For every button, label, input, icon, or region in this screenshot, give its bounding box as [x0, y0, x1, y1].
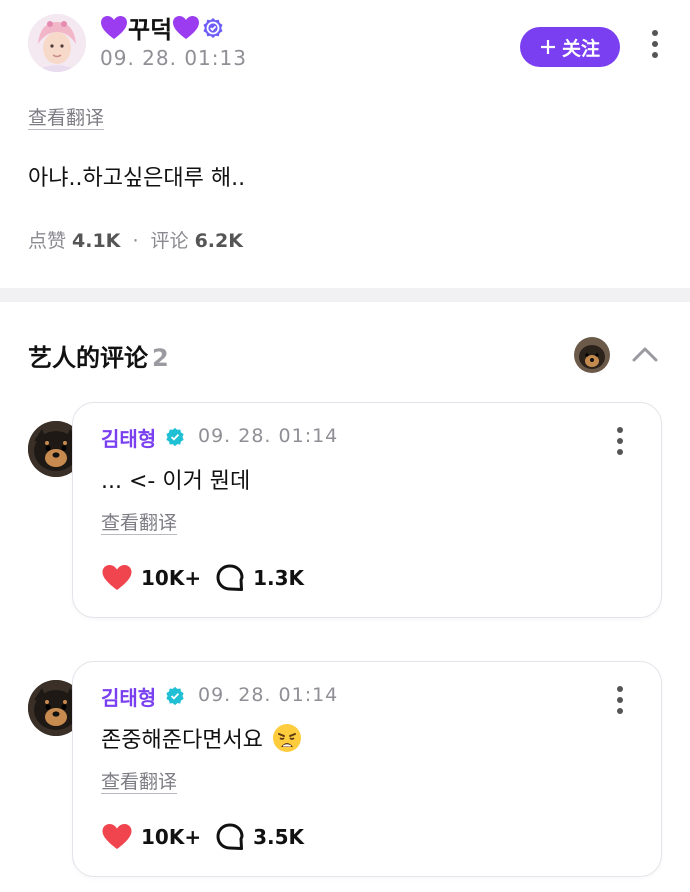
- translate-link[interactable]: 查看翻译: [101, 767, 177, 794]
- comment-likes: 10K+: [141, 825, 202, 849]
- comment-replies: 1.3K: [253, 566, 305, 590]
- section-title-text: 艺人的评论: [28, 344, 148, 372]
- translate-link[interactable]: 查看翻译: [101, 508, 177, 535]
- artist-avatar-thumb[interactable]: [574, 337, 610, 373]
- comment-timestamp: 09. 28. 01:14: [198, 684, 339, 706]
- more-vertical-icon[interactable]: [651, 30, 659, 63]
- verified-badge-icon: [166, 686, 184, 706]
- post-timestamp: 09. 28. 01:13: [100, 46, 247, 70]
- section-title: 艺人的评论 2: [28, 338, 169, 373]
- author-avatar[interactable]: [28, 14, 86, 72]
- commenter-name: 김태형: [101, 427, 157, 451]
- post-text: 아냐..하고싶은대루 해..: [28, 166, 246, 191]
- more-vertical-icon[interactable]: [616, 427, 624, 460]
- plus-icon: [540, 40, 555, 54]
- comment-likes: 10K+: [141, 566, 202, 590]
- weary-face-emoji: [272, 724, 301, 752]
- comment-bubble-icon[interactable]: [215, 563, 245, 593]
- author-name: 꾸덕: [128, 16, 173, 44]
- comment-stats: 10K+ 1.3K: [101, 563, 304, 593]
- follow-button[interactable]: 关注: [520, 27, 620, 67]
- purple-heart-icon: [101, 16, 127, 39]
- comments-label: 评论: [150, 230, 189, 252]
- comment-stats: 10K+ 3.5K: [101, 822, 304, 852]
- verified-badge-icon: [203, 18, 223, 38]
- likes-count: 4.1K: [72, 230, 121, 252]
- commenter-name-row[interactable]: 김태형: [101, 682, 185, 711]
- section-count: 2: [152, 344, 169, 372]
- comment-text: 존중해준다면서요: [101, 728, 263, 753]
- more-vertical-icon[interactable]: [616, 686, 624, 719]
- comment-text: ... <- 이거 뭔데: [101, 469, 251, 494]
- comment-bubble-icon[interactable]: [215, 822, 245, 852]
- commenter-name-row[interactable]: 김태형: [101, 423, 185, 452]
- post-stats: 点赞 4.1K · 评论 6.2K: [28, 226, 243, 253]
- author-name-row[interactable]: 꾸덕: [100, 10, 224, 45]
- commenter-name: 김태형: [101, 686, 157, 710]
- comment-replies: 3.5K: [253, 825, 305, 849]
- heart-icon[interactable]: [101, 823, 133, 851]
- likes-label: 点赞: [28, 230, 67, 252]
- comment-text-row: 존중해준다면서요: [101, 722, 302, 754]
- verified-badge-icon: [166, 427, 184, 447]
- chevron-up-icon[interactable]: [630, 340, 660, 370]
- artist-comment-card: 김태형 09. 28. 01:14 ... <- 이거 뭔데 查看翻译 10K+…: [72, 402, 662, 618]
- heart-icon[interactable]: [101, 564, 133, 592]
- translate-link[interactable]: 查看翻译: [28, 103, 104, 130]
- purple-heart-icon: [173, 16, 200, 39]
- artist-comment-card: 김태형 09. 28. 01:14 존중해준다면서요 查看翻译 10K+ 3.5…: [72, 661, 662, 877]
- section-divider: [0, 288, 690, 302]
- stats-separator: ·: [132, 230, 139, 252]
- follow-label: 关注: [561, 37, 600, 60]
- comments-count: 6.2K: [194, 230, 243, 252]
- post-card: 꾸덕 09. 28. 01:13 关注 查看翻译 아냐..하고싶은대루 해.. …: [0, 0, 690, 290]
- comment-timestamp: 09. 28. 01:14: [198, 425, 339, 447]
